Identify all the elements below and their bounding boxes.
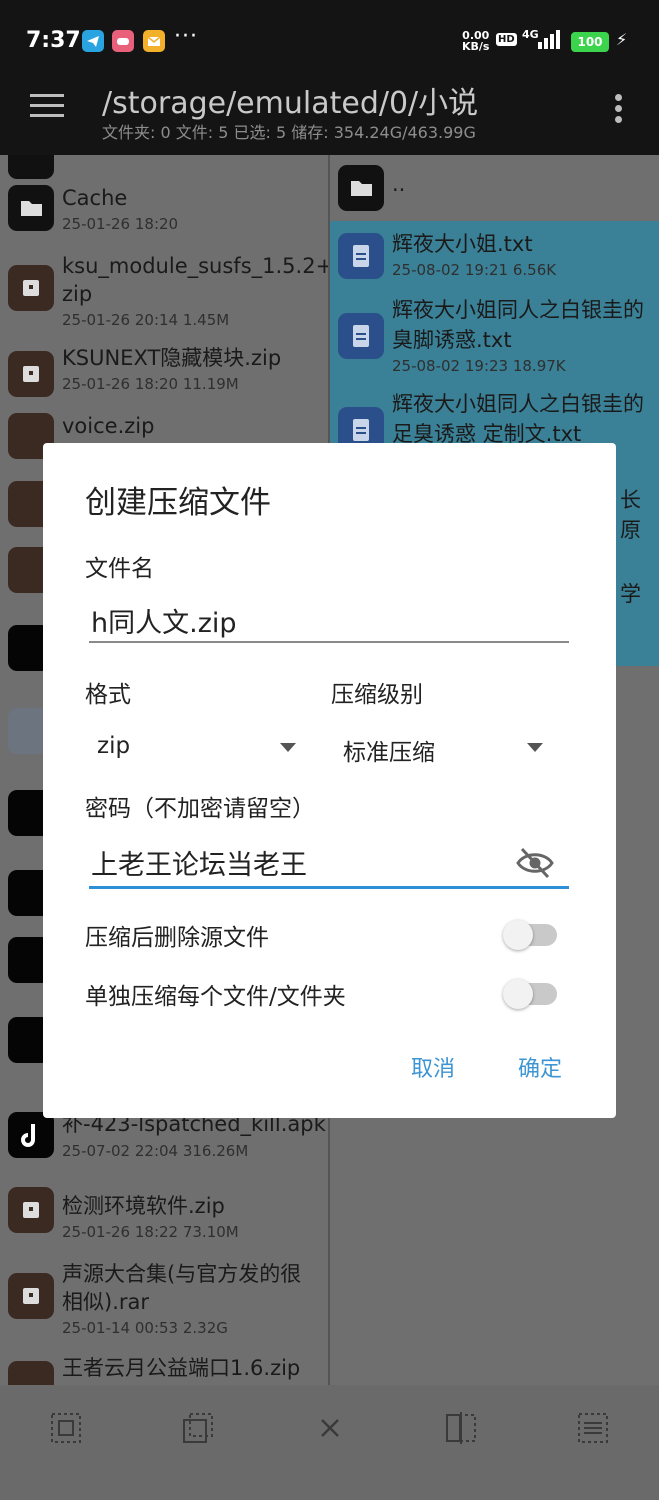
game-app-icon xyxy=(112,30,134,52)
list-item-peek: 长原 xyxy=(620,488,641,542)
format-label: 格式 xyxy=(85,682,131,708)
create-archive-dialog: 创建压缩文件 文件名 h同人文.zip 格式 压缩级别 zip 标准压缩 密码（… xyxy=(43,443,616,1118)
mail-icon xyxy=(143,30,165,52)
dropdown-arrow-icon xyxy=(527,743,543,752)
folder-icon xyxy=(8,155,54,179)
format-select[interactable]: zip xyxy=(85,725,309,769)
list-item-peek: 学 xyxy=(620,582,641,606)
invert-selection-icon[interactable] xyxy=(443,1410,479,1446)
overflow-menu-icon[interactable] xyxy=(612,94,624,124)
filename-input[interactable]: h同人文.zip xyxy=(91,601,237,640)
list-item[interactable]: 王者云月公益端口1.6.zip xyxy=(0,1351,328,1385)
charging-icon: ⚡ xyxy=(616,30,628,49)
current-path: /storage/emulated/0/小说 xyxy=(102,86,479,121)
document-icon xyxy=(338,233,384,279)
close-icon[interactable] xyxy=(312,1410,348,1446)
tiktok-icon xyxy=(8,1112,54,1158)
archive-icon xyxy=(8,351,54,397)
confirm-button[interactable]: 确定 xyxy=(518,1051,562,1083)
archive-icon xyxy=(8,1273,54,1319)
archive-icon xyxy=(8,1361,54,1385)
filename-label: 文件名 xyxy=(85,556,154,582)
list-select-icon[interactable] xyxy=(575,1410,611,1446)
select-all-icon[interactable] xyxy=(48,1410,84,1446)
compression-level-select[interactable]: 标准压缩 xyxy=(331,725,563,769)
more-notifications-icon: ··· xyxy=(174,24,198,49)
archive-icon xyxy=(8,265,54,311)
list-item[interactable]: 检测环境软件.zip 25-01-26 18:22 73.10M xyxy=(0,1185,328,1249)
cancel-button[interactable]: 取消 xyxy=(411,1051,455,1083)
select-range-icon[interactable] xyxy=(180,1410,216,1446)
separate-archive-label: 单独压缩每个文件/文件夹 xyxy=(85,984,346,1010)
battery-indicator: 100 xyxy=(571,32,609,52)
menu-icon[interactable] xyxy=(30,94,64,118)
list-item[interactable]: 补-423-lspatched_kill.apk 25-07-02 22:04 … xyxy=(0,1110,328,1180)
hd-badge: HD xyxy=(496,33,517,46)
list-item[interactable]: 辉夜大小姐同人之白银圭的 臭脚诱惑.txt 25-08-02 19:23 18.… xyxy=(330,291,659,381)
list-item[interactable]: Cache 25-01-26 18:20 xyxy=(0,177,328,239)
list-item[interactable]: 辉夜大小姐.txt 25-08-02 19:21 6.56K xyxy=(330,225,659,289)
list-item[interactable]: ksu_module_susfs_1.5.2+. zip 25-01-26 20… xyxy=(0,247,328,335)
filename-underline xyxy=(89,641,569,643)
visibility-off-icon[interactable] xyxy=(515,845,555,881)
delete-after-label: 压缩后删除源文件 xyxy=(85,925,269,951)
telegram-icon xyxy=(82,30,104,52)
archive-icon xyxy=(8,1187,54,1233)
folder-icon xyxy=(338,165,384,211)
compression-level-label: 压缩级别 xyxy=(331,682,423,708)
separate-archive-toggle[interactable] xyxy=(503,977,559,1011)
signal-icon xyxy=(536,30,564,54)
password-label: 密码（不加密请留空） xyxy=(85,796,315,822)
network-speed: 0.00 KB/s xyxy=(462,29,490,53)
storage-info: 文件夹: 0 文件: 5 已选: 5 储存: 354.24G/463.99G xyxy=(102,123,476,142)
status-time: 7:37 xyxy=(26,28,81,53)
document-icon xyxy=(338,313,384,359)
delete-after-toggle[interactable] xyxy=(503,918,559,952)
top-bar: 7:37 ··· 0.00 KB/s HD 4G 100 ⚡ /storage/e… xyxy=(0,0,659,155)
parent-folder-item[interactable]: .. xyxy=(330,155,659,221)
password-input[interactable]: 上老王论坛当老王 xyxy=(91,843,307,882)
list-item[interactable]: 辉夜大小姐同人之白银圭的 足臭诱惑 定制文.txt xyxy=(330,387,659,453)
list-item[interactable]: KSUNEXT隐藏模块.zip 25-01-26 18:20 11.19M xyxy=(0,341,328,403)
password-underline xyxy=(89,886,569,889)
folder-icon xyxy=(8,185,54,231)
dialog-title: 创建压缩文件 xyxy=(85,485,271,521)
dropdown-arrow-icon xyxy=(280,743,296,752)
list-item[interactable]: 声源大合集(与官方发的很 相似).rar 25-01-14 00:53 2.32… xyxy=(0,1257,328,1345)
